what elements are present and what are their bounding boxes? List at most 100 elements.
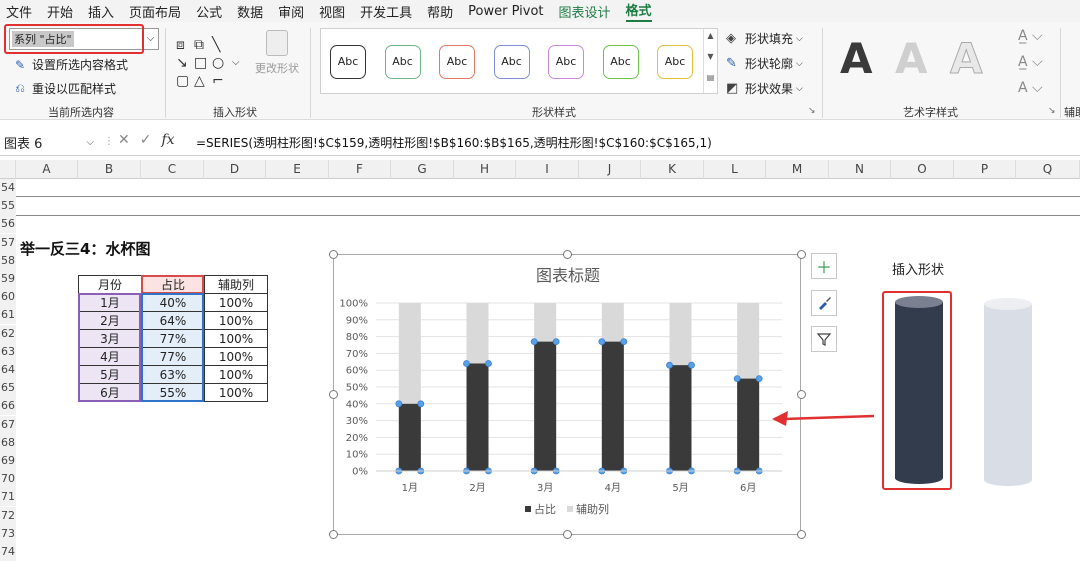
select-all-corner[interactable]: [0, 160, 16, 179]
table-cell[interactable]: 100%: [204, 293, 268, 312]
column-header[interactable]: B: [78, 160, 141, 179]
menu-item-10[interactable]: Power Pivot: [468, 4, 543, 19]
dialog-launcher-icon[interactable]: ↘: [808, 106, 816, 116]
menu-item-2[interactable]: 插入: [88, 2, 114, 21]
resize-handle[interactable]: [797, 390, 806, 399]
row-header[interactable]: 72: [0, 506, 16, 525]
row-header[interactable]: 71: [0, 488, 16, 507]
shape-style-swatch[interactable]: Abc: [439, 45, 475, 79]
point-handle[interactable]: [485, 360, 492, 367]
shape-outline-button[interactable]: ✎ 形状轮廓 ⌵: [726, 55, 803, 72]
menu-item-5[interactable]: 数据: [237, 2, 263, 21]
chart-elements-button[interactable]: ＋: [811, 253, 837, 279]
point-handle[interactable]: [755, 375, 763, 382]
column-header[interactable]: M: [766, 160, 829, 179]
reset-style-button[interactable]: ⎌ 重设以匹配样式: [12, 80, 116, 97]
gallery-scroll[interactable]: ▲ ▼ ▤: [703, 29, 717, 93]
row-header[interactable]: 68: [0, 433, 16, 452]
chart-area[interactable]: 图表标题 0% 10% 20% 30% 40% 50% 60% 70% 80% 90% 100% 1月 2…: [333, 254, 801, 535]
table-cell[interactable]: 5月: [78, 365, 142, 384]
table-cell[interactable]: 77%: [141, 347, 205, 366]
resize-handle[interactable]: [329, 250, 338, 259]
table-cell[interactable]: 100%: [204, 365, 268, 384]
shape-style-swatch[interactable]: Abc: [657, 45, 693, 79]
triangle-shape-icon[interactable]: △: [194, 74, 205, 88]
row-header[interactable]: 59: [0, 270, 16, 288]
table-cell[interactable]: 2月: [78, 311, 142, 330]
format-selection-button[interactable]: ✎ 设置所选内容格式: [12, 56, 128, 73]
bar-ratio[interactable]: [601, 341, 624, 471]
table-cell[interactable]: 3月: [78, 329, 142, 348]
table-cell[interactable]: 63%: [141, 365, 205, 384]
column-header[interactable]: L: [704, 160, 766, 179]
chevron-down-icon[interactable]: ⌵: [232, 56, 240, 70]
shape-style-swatch[interactable]: Abc: [548, 45, 584, 79]
column-header[interactable]: F: [329, 160, 391, 179]
row-header[interactable]: 74: [0, 543, 16, 561]
row-header[interactable]: 56: [0, 215, 16, 234]
table-cell[interactable]: 77%: [141, 329, 205, 348]
point-handle[interactable]: [552, 338, 560, 346]
point-handle[interactable]: [733, 375, 741, 382]
name-box[interactable]: 图表 6 ⌵: [0, 130, 98, 154]
row-header[interactable]: 55: [0, 197, 16, 216]
point-handle[interactable]: [598, 338, 606, 346]
chart-title[interactable]: 图表标题: [536, 266, 600, 285]
point-handle[interactable]: [395, 400, 403, 408]
column-header[interactable]: C: [141, 160, 204, 179]
cancel-icon[interactable]: ✕: [118, 132, 130, 148]
resize-handle[interactable]: [797, 530, 806, 539]
row-header[interactable]: 58: [0, 251, 16, 270]
column-header[interactable]: K: [641, 160, 704, 179]
table-header-cell[interactable]: 占比: [141, 275, 205, 294]
scroll-up-icon[interactable]: ▲: [704, 31, 717, 40]
menu-item-3[interactable]: 页面布局: [129, 2, 181, 21]
resize-handle[interactable]: [563, 530, 572, 539]
row-header[interactable]: 61: [0, 306, 16, 325]
resize-handle[interactable]: [797, 250, 806, 259]
column-header[interactable]: A: [16, 160, 78, 179]
column-header[interactable]: J: [579, 160, 641, 179]
row-header[interactable]: 63: [0, 342, 16, 361]
text-outline-icon[interactable]: A̲ ⌵: [1018, 54, 1043, 70]
chart-styles-button[interactable]: [811, 290, 837, 316]
change-shape-button[interactable]: 更改形状: [252, 30, 302, 76]
point-handle[interactable]: [666, 361, 673, 369]
row-header[interactable]: 67: [0, 415, 16, 434]
shape-style-swatch[interactable]: Abc: [493, 45, 530, 79]
menu-item-9[interactable]: 帮助: [427, 2, 453, 21]
row-header[interactable]: 70: [0, 470, 16, 489]
rounded-rect-shape-icon[interactable]: ▢: [176, 74, 189, 88]
resize-handle[interactable]: [329, 530, 338, 539]
row-header[interactable]: 62: [0, 324, 16, 343]
shape-style-swatch[interactable]: Abc: [602, 45, 639, 79]
bar-ratio[interactable]: [669, 365, 692, 471]
text-effects-icon[interactable]: A ⌵: [1018, 80, 1043, 96]
table-cell[interactable]: 40%: [141, 293, 205, 312]
resize-handle[interactable]: [563, 250, 572, 259]
table-cell[interactable]: 100%: [204, 329, 268, 348]
bar-ratio[interactable]: [466, 363, 489, 471]
menu-item-7[interactable]: 视图: [319, 2, 345, 21]
row-header[interactable]: 69: [0, 452, 16, 470]
line-shape-icon[interactable]: ╲: [212, 38, 220, 52]
row-header[interactable]: 65: [0, 379, 16, 398]
shape-effects-button[interactable]: ◩ 形状效果 ⌵: [726, 80, 803, 97]
point-handle[interactable]: [417, 400, 425, 408]
more-icon[interactable]: ▤: [704, 73, 717, 82]
text-fill-icon[interactable]: A̲ ⌵: [1018, 28, 1043, 44]
table-cell[interactable]: 4月: [78, 347, 142, 366]
table-cell[interactable]: 55%: [141, 383, 205, 402]
table-cell[interactable]: 1月: [78, 293, 142, 312]
vertical-textbox-shape-icon[interactable]: ⧉: [194, 38, 204, 52]
shape-style-swatch[interactable]: Abc: [330, 45, 366, 79]
row-header[interactable]: 64: [0, 361, 16, 379]
row-header[interactable]: 60: [0, 288, 16, 307]
column-header[interactable]: I: [516, 160, 579, 179]
wordart-style-light[interactable]: A: [895, 34, 928, 84]
row-header[interactable]: 66: [0, 397, 16, 416]
lshape-shape-icon[interactable]: ⌐: [212, 74, 224, 88]
table-cell[interactable]: 64%: [141, 311, 205, 330]
shape-fill-button[interactable]: ◈ 形状填充 ⌵: [726, 30, 803, 47]
table-cell[interactable]: 100%: [204, 383, 268, 402]
